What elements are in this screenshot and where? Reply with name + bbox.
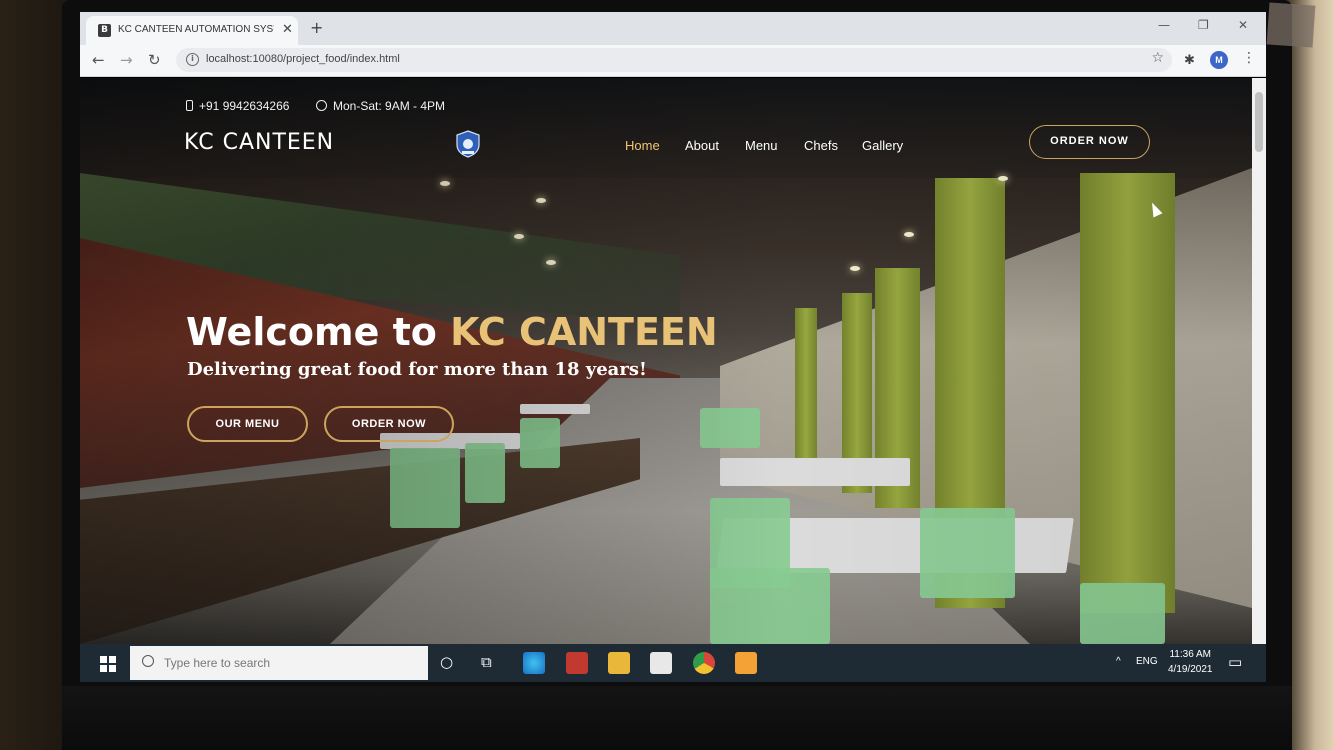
phone-icon xyxy=(186,100,193,111)
clock-date: 4/19/2021 xyxy=(1168,664,1213,675)
hero-order-now-button[interactable]: ORDER NOW xyxy=(324,406,454,442)
start-windows-icon[interactable] xyxy=(100,656,116,672)
college-emblem-icon xyxy=(456,130,480,158)
tray-chevron-icon[interactable]: ^ xyxy=(1116,656,1121,667)
header-order-now-button[interactable]: ORDER NOW xyxy=(1029,125,1150,159)
file-explorer-icon[interactable] xyxy=(608,652,630,674)
url-text[interactable]: localhost:10080/project_food/index.html xyxy=(206,53,400,65)
cortana-icon[interactable]: ○ xyxy=(440,653,453,671)
screen: B KC CANTEEN AUTOMATION SYSTEM ✕ + — ❐ ✕… xyxy=(80,12,1266,682)
phone-number: +91 9942634266 xyxy=(199,99,290,113)
tab-close-icon[interactable]: ✕ xyxy=(282,22,293,37)
hero-title-accent: KC CANTEEN xyxy=(450,310,718,354)
browser-tab[interactable]: B KC CANTEEN AUTOMATION SYSTEM ✕ xyxy=(86,16,298,45)
nav-chefs[interactable]: Chefs xyxy=(804,138,838,153)
windows-taskbar: Type here to search ○ ⧉ ^ ENG 11:36 AM 4… xyxy=(80,644,1266,682)
search-placeholder: Type here to search xyxy=(164,656,271,670)
language-indicator[interactable]: ENG xyxy=(1136,656,1158,667)
tab-title: KC CANTEEN AUTOMATION SYSTEM xyxy=(118,24,274,35)
chrome-icon[interactable] xyxy=(693,652,715,674)
site-logo[interactable]: KC CANTEEN xyxy=(184,130,334,155)
task-view-icon[interactable]: ⧉ xyxy=(481,653,492,671)
tape xyxy=(1266,2,1316,48)
address-bar[interactable]: i localhost:10080/project_food/index.htm… xyxy=(176,48,1172,72)
profile-avatar[interactable]: M xyxy=(1210,51,1228,69)
browser-menu-icon[interactable]: ⋮ xyxy=(1242,50,1256,66)
info-icon[interactable]: i xyxy=(186,53,199,66)
nav-about[interactable]: About xyxy=(685,138,719,153)
reload-icon[interactable]: ↻ xyxy=(148,51,161,69)
clock-icon xyxy=(316,100,327,111)
page-scrollbar[interactable] xyxy=(1252,78,1266,644)
clock-time: 11:36 AM xyxy=(1169,649,1211,660)
extensions-icon[interactable]: ✱ xyxy=(1184,53,1195,68)
maximize-icon[interactable]: ❐ xyxy=(1198,18,1209,32)
xampp-icon[interactable] xyxy=(735,652,757,674)
back-icon[interactable]: ← xyxy=(92,51,105,69)
page-viewport: +91 9942634266 Mon-Sat: 9AM - 4PM KC CAN… xyxy=(80,78,1252,644)
minimize-icon[interactable]: — xyxy=(1158,18,1170,32)
tab-bar: B KC CANTEEN AUTOMATION SYSTEM ✕ + — ❐ ✕ xyxy=(80,12,1266,45)
bookmark-star-icon[interactable]: ☆ xyxy=(1151,50,1164,66)
browser-toolbar: ← → ↻ i localhost:10080/project_food/ind… xyxy=(80,45,1266,77)
monitor-chin xyxy=(62,686,1292,750)
nav-home[interactable]: Home xyxy=(625,138,660,153)
close-window-icon[interactable]: ✕ xyxy=(1238,18,1248,32)
hero-title: Welcome to KC CANTEEN xyxy=(186,310,718,354)
store-icon[interactable] xyxy=(650,652,672,674)
taskbar-search[interactable]: Type here to search xyxy=(130,646,428,680)
favicon-icon: B xyxy=(98,24,111,37)
scrollbar-thumb[interactable] xyxy=(1255,92,1263,152)
nav-menu[interactable]: Menu xyxy=(745,138,778,153)
mcafee-icon[interactable] xyxy=(566,652,588,674)
wall xyxy=(1286,0,1334,750)
new-tab-icon[interactable]: + xyxy=(310,18,323,37)
edge-icon[interactable] xyxy=(523,652,545,674)
notifications-icon[interactable]: ▭ xyxy=(1228,653,1242,671)
search-icon xyxy=(142,655,154,667)
taskbar-clock[interactable]: 11:36 AM 4/19/2021 xyxy=(1168,647,1213,677)
nav-gallery[interactable]: Gallery xyxy=(862,138,903,153)
hours-text: Mon-Sat: 9AM - 4PM xyxy=(333,99,446,113)
hero-title-prefix: Welcome to xyxy=(186,310,451,354)
opening-hours: Mon-Sat: 9AM - 4PM xyxy=(316,99,445,113)
hero-subtitle: Delivering great food for more than 18 y… xyxy=(187,359,647,380)
forward-icon[interactable]: → xyxy=(120,51,133,69)
contact-phone: +91 9942634266 xyxy=(186,99,289,113)
our-menu-button[interactable]: OUR MENU xyxy=(187,406,308,442)
